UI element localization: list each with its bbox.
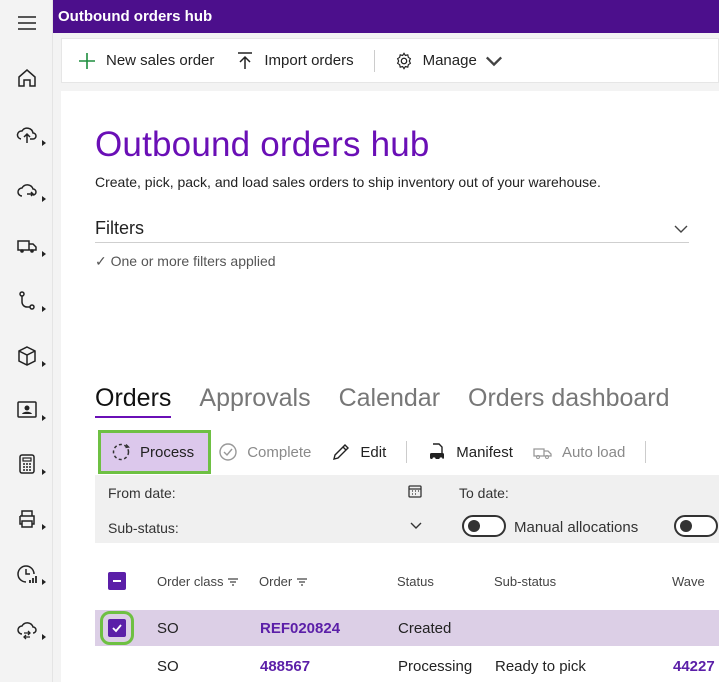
cell-wave-link[interactable]: 44227 <box>673 648 715 682</box>
manage-menu-button[interactable]: Manage <box>395 38 513 83</box>
process-refresh-icon <box>112 443 130 461</box>
command-bar: New sales order Import orders Manage <box>61 38 719 83</box>
nav-contact-card-icon[interactable] <box>0 393 53 427</box>
col-wave-label: Wave <box>672 574 705 589</box>
edit-button[interactable]: Edit <box>321 433 396 471</box>
manage-label: Manage <box>422 52 477 69</box>
nav-workflow-icon[interactable] <box>0 284 53 318</box>
grid-toolbar: Process Complete Edit Manifest Auto load <box>95 430 719 474</box>
nav-analytics-clock-icon[interactable] <box>0 557 53 591</box>
secondary-toggle[interactable] <box>674 515 718 537</box>
process-button[interactable]: Process <box>97 430 212 474</box>
cell-order-link[interactable]: 488567 <box>260 648 310 682</box>
command-separator <box>373 49 375 72</box>
manifest-label: Manifest <box>456 443 513 461</box>
toolbar-separator <box>406 441 408 463</box>
col-order-label: Order <box>259 574 293 589</box>
tab-approvals[interactable]: Approvals <box>199 384 310 418</box>
manual-allocations-toggle[interactable] <box>462 515 506 537</box>
cell-sub-status: Ready to pick <box>495 657 586 675</box>
nav-home-icon[interactable] <box>0 61 53 95</box>
new-sales-order-label: New sales order <box>106 52 215 69</box>
new-sales-order-button[interactable]: New sales order <box>78 38 214 83</box>
page-subtitle: Create, pick, pack, and load sales order… <box>95 174 601 190</box>
sub-status-dropdown-chevron-icon[interactable] <box>409 519 423 533</box>
complete-label: Complete <box>247 443 312 461</box>
nav-calculator-icon[interactable] <box>0 447 53 481</box>
nav-outbound-cloud-icon[interactable] <box>0 174 53 208</box>
manifest-button[interactable]: Manifest <box>417 433 523 471</box>
cell-order-class: SO <box>157 657 179 675</box>
gear-icon <box>396 51 411 70</box>
page-title: Outbound orders hub <box>95 125 430 164</box>
filters-expander[interactable]: Filters <box>95 215 689 243</box>
calendar-icon[interactable] <box>407 483 423 499</box>
manual-allocations-label: Manual allocations <box>514 519 639 536</box>
table-header: Order class Order Status Sub-status Wave <box>95 561 719 601</box>
col-sub-status[interactable]: Sub-status <box>494 574 556 589</box>
auto-load-label: Auto load <box>561 443 626 461</box>
col-status-label: Status <box>397 574 434 589</box>
col-order[interactable]: Order <box>259 574 308 589</box>
chevron-down-icon <box>485 56 502 66</box>
nav-box-icon[interactable] <box>0 339 53 373</box>
table-row[interactable]: SO 488567 Processing Ready to pick 44227 <box>95 648 719 682</box>
grid-filter-panel: From date: To date: Sub-status: Manual a… <box>95 475 719 543</box>
filter-icon <box>297 577 308 586</box>
plus-icon <box>79 52 95 69</box>
chevron-down-icon <box>674 225 688 233</box>
from-date-label: From date: <box>108 485 176 501</box>
col-order-class-label: Order class <box>157 574 224 589</box>
manifest-icon <box>430 443 445 461</box>
filters-applied-note: ✓ One or more filters applied <box>95 253 276 269</box>
minus-icon <box>113 580 121 582</box>
col-order-class[interactable]: Order class <box>157 574 239 589</box>
check-circle-icon <box>219 443 237 461</box>
nav-inbound-upload-icon[interactable] <box>0 118 53 152</box>
filters-label: Filters <box>95 218 144 238</box>
process-label: Process <box>140 443 195 461</box>
tab-orders[interactable]: Orders <box>95 384 172 418</box>
cell-status: Processing <box>398 657 473 675</box>
cell-order-class: SO <box>157 619 179 637</box>
auto-load-truck-icon <box>533 448 552 459</box>
cell-order-link[interactable]: REF020824 <box>260 610 340 646</box>
auto-load-button[interactable]: Auto load <box>523 433 635 471</box>
nav-truck-icon[interactable] <box>0 229 53 263</box>
import-orders-label: Import orders <box>264 52 354 69</box>
pencil-icon <box>333 444 350 460</box>
filter-icon <box>228 577 239 586</box>
col-wave[interactable]: Wave <box>672 574 705 589</box>
complete-button[interactable]: Complete <box>208 433 321 471</box>
hamburger-menu-icon[interactable] <box>0 6 53 40</box>
select-all-checkbox[interactable] <box>108 572 126 590</box>
app-header: Outbound orders hub <box>53 0 719 33</box>
cell-status: Created <box>398 619 452 637</box>
tab-calendar[interactable]: Calendar <box>339 384 440 418</box>
table-row[interactable]: SO REF020824 Created <box>95 610 719 646</box>
col-sub-status-label: Sub-status <box>494 574 557 589</box>
sub-status-label: Sub-status: <box>108 520 179 536</box>
col-status[interactable]: Status <box>397 574 434 589</box>
upload-icon <box>238 51 253 69</box>
tab-orders-dashboard[interactable]: Orders dashboard <box>468 384 670 418</box>
edit-label: Edit <box>360 443 387 461</box>
toolbar-separator <box>645 441 647 463</box>
app-title: Outbound orders hub <box>58 8 213 25</box>
import-orders-button[interactable]: Import orders <box>236 38 354 83</box>
tab-strip: Orders Approvals Calendar Orders dashboa… <box>95 384 698 418</box>
nav-printer-icon[interactable] <box>0 502 53 536</box>
nav-cloud-sync-icon[interactable] <box>0 612 53 646</box>
left-nav-rail <box>0 0 53 682</box>
row-select-checkbox[interactable] <box>100 611 134 645</box>
main-content: Outbound orders hub Create, pick, pack, … <box>61 91 719 682</box>
checkmark-icon <box>112 624 122 633</box>
to-date-label: To date: <box>459 485 509 501</box>
